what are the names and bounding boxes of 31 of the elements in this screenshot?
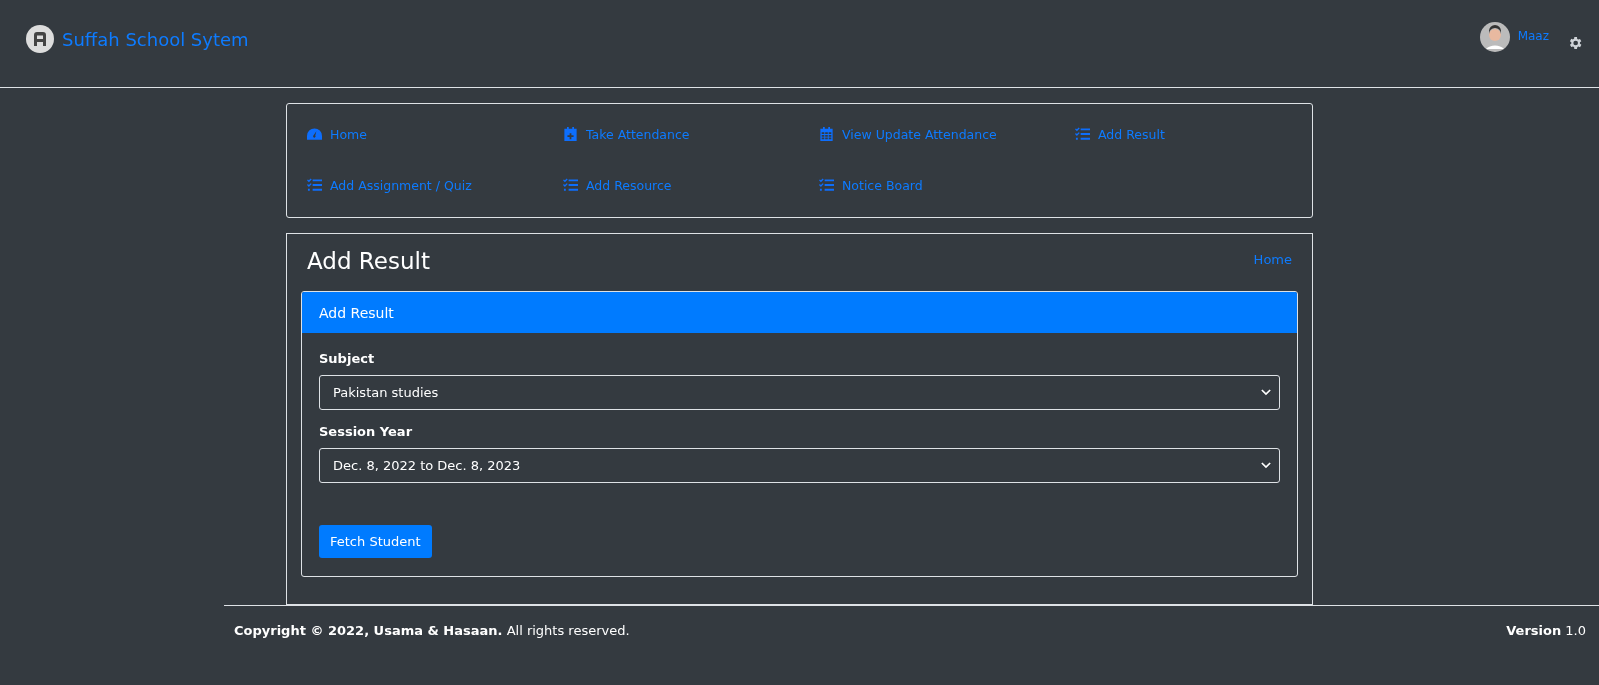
chevron-icon [1261,389,1271,396]
chevron-icon [1261,462,1271,469]
page-title: Add Result [307,248,430,274]
nav-link[interactable]: Take Attendance [563,124,690,144]
checklist-icon [1075,127,1090,141]
nav-link[interactable]: Home [307,124,367,144]
calendar-plus-icon [563,127,578,141]
nav-link[interactable]: View Update Attendance [819,124,997,144]
nav-link[interactable]: Notice Board [819,175,923,195]
nav-link[interactable]: Add Result [1075,124,1165,144]
checklist-icon [307,178,322,192]
breadcrumb-link[interactable]: Home [1253,252,1292,274]
field-label: Session Year [319,424,414,439]
calendar-icon [819,127,834,141]
user-name-link[interactable]: Maaz [1517,29,1549,43]
select-field[interactable]: Dec. 8, 2022 to Dec. 8, 2023 [319,448,1280,483]
fetch-student-button[interactable]: Fetch Student [319,525,432,558]
copyright-text: Copyright © 2022, Usama & Hasaan. All rights reserved. [234,623,630,638]
brand-link[interactable]: Suffah School Sytem [62,28,249,50]
select-field[interactable]: Pakistan studies [319,375,1280,410]
gauge-icon [307,127,322,141]
version-text: Version 1.0 [1506,623,1586,638]
logo-icon [26,25,54,53]
settings-icon[interactable] [1567,35,1583,51]
checklist-icon [563,178,578,192]
checklist-icon [819,178,834,192]
nav-link[interactable]: Add Assignment / Quiz [307,175,472,195]
nav-link[interactable]: Add Resource [563,175,672,195]
field-label: Subject [319,351,376,366]
form-title: Add Result [319,304,394,321]
avatar-icon [1479,22,1510,52]
